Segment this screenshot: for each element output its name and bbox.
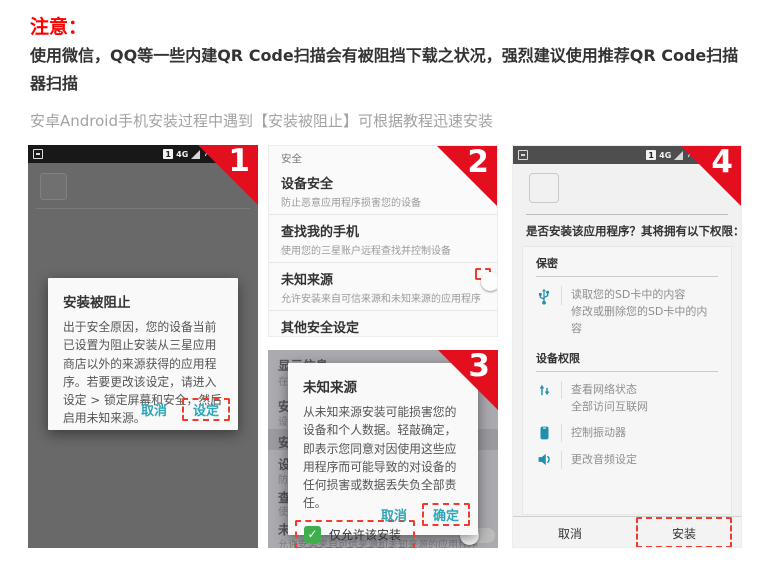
permissions-list: 保密 读取您的SD卡中的内容 修改或删除您的SD卡中的内容 [522,246,732,515]
dialog-body: 从未知来源安装可能损害您的设备和个人数据。轻敲确定，即表示您同意对因使用这些应用… [288,403,478,513]
network-type-label: 4G [176,150,188,159]
settings-item-title: 查找我的手机 [281,221,485,240]
permission-section-heading: 保密 [536,255,718,277]
confirm-button[interactable]: 确定 [424,506,468,527]
cancel-button[interactable]: 取消 [558,527,582,541]
settings-item-find-my-phone[interactable]: 查找我的手机 使用您的三星账户远程查找并控制设备 [269,214,497,262]
network-arrows-icon [536,381,562,399]
screenshot-panel-2: 安全 设备安全 防止恶意应用程序损害您的设备 查找我的手机 使用您的三星账户远程… [268,145,498,337]
screenshot-icon [518,150,528,160]
app-icon-placeholder [40,173,67,200]
install-question: 是否安装该应用程序？其将拥有以下权限： [526,223,742,239]
checkbox-label: 仅允许该安装 [329,526,401,543]
step-number: 3 [468,350,490,385]
dialog-title: 安装被阻止 [48,278,238,318]
tutorial-page: 注意： 使用微信，QQ等一些内建QR Code扫描会有被阻挡下载之状况，强烈建议… [0,0,767,570]
settings-item-unknown-sources[interactable]: 未知来源 允许安装来自可信来源和未知来源的应用程序 [269,262,497,310]
dimmed-list-text: 使 [278,503,288,518]
tutorial-subtitle: 安卓Android手机安装过程中遇到【安装被阻止】可根据教程迅速安装 [30,110,493,131]
settings-button[interactable]: 设定 [184,401,228,422]
notice-label: 注意： [30,12,87,39]
unknown-sources-toggle-highlight [475,268,491,280]
notification-badge: 1 [646,150,656,160]
permission-section-heading: 设备权限 [536,350,718,372]
permission-row-network: 查看网络状态 全部访问互联网 [536,381,718,415]
install-blocked-dialog: 安装被阻止 出于安全原因，您的设备当前已设置为阻止安装从三星应用商店以外的来源获… [48,278,238,430]
divider [526,214,728,215]
permission-text: 读取您的SD卡中的内容 [571,286,718,303]
step-number: 2 [467,145,489,181]
permission-text: 更改音频设定 [571,451,637,468]
settings-item-subtitle: 使用您的三星账户远程查找并控制设备 [281,242,485,257]
dimmed-list-text: 防 [278,471,288,486]
notification-badge: 1 [163,149,173,159]
screenshot-panel-column-2: 安全 设备安全 防止恶意应用程序损害您的设备 查找我的手机 使用您的三星账户远程… [268,145,498,548]
cancel-button[interactable]: 取消 [372,502,416,527]
install-action-bar: 取消 安装 [513,516,741,547]
screenshot-panel-1: 1 4G 7 1 安装被阻止 出于安全原因，您的设备当前已设置为阻止安装从三星应… [28,145,258,548]
permission-row-storage: 读取您的SD卡中的内容 修改或删除您的SD卡中的内容 [536,286,718,337]
permission-text: 全部访问互联网 [571,398,648,415]
dimmed-list-text: 在 [278,373,288,388]
cancel-button[interactable]: 取消 [132,397,176,422]
permission-row-audio: 更改音频设定 [536,451,718,469]
dimmed-list-text: 设 [278,413,288,428]
allow-once-checkbox[interactable]: ✓ [304,526,321,543]
divider [36,208,250,209]
permission-text: 修改或删除您的SD卡中的内容 [571,303,718,337]
notice-body: 使用微信，QQ等一些内建QR Code扫描会有被阻挡下载之状况，强烈建议使用推荐… [30,42,744,98]
permission-row-vibrate: 控制振动器 [536,424,718,442]
install-button[interactable]: 安装 [672,527,696,541]
settings-item-other-security[interactable]: 其他安全设定 更改安全更新和证书存储等其他安全设定 [269,310,497,337]
step-number: 4 [711,145,733,181]
audio-icon [536,451,562,469]
screenshot-panel-4: 1 4G 7 4 是否安装该应用程序？其将拥有以下权限： 保密 [512,145,742,548]
screenshot-panel-3: 显示信息 在 安 设 安 设 防 查 使 未 允许安装来自可信来源和未知来源的应… [268,350,498,548]
settings-item-subtitle: 允许安装来自可信来源和未知来源的应用程序 [281,290,485,305]
permission-text: 控制振动器 [571,424,626,441]
permission-text: 查看网络状态 [571,381,648,398]
screenshot-icon [33,149,43,159]
vibrate-icon [536,424,562,442]
step-number: 1 [228,145,250,180]
app-icon-placeholder [529,173,559,203]
usb-storage-icon [536,286,562,305]
settings-item-title: 其他安全设定 [281,317,485,336]
network-type-label: 4G [659,151,671,160]
settings-item-title: 未知来源 [281,269,485,288]
